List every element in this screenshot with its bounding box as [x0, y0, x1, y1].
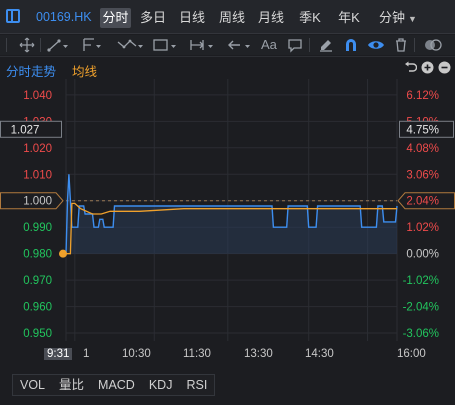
x-tick-label: 13:30 [244, 348, 273, 360]
y-tick-right: -1.02% [403, 275, 439, 287]
tab-intraday[interactable]: 分时 [100, 8, 131, 28]
panel-toggle-icon[interactable] [6, 9, 20, 23]
y-tick-left: 1.040 [23, 90, 52, 102]
rectangle-icon[interactable] [152, 37, 180, 53]
chart-header: 分时走势 均线 [0, 56, 455, 79]
indicator-tab-rsi[interactable]: RSI [179, 375, 214, 395]
y-tick-left: 0.970 [23, 275, 52, 287]
indicator-tab-macd[interactable]: MACD [91, 375, 142, 395]
period-tab-bar: 00169.HK 分时 多日 日线 周线 月线 季K 年K 分钟 ▼ [0, 0, 455, 34]
wave-icon[interactable] [116, 37, 146, 53]
cursor-price-left: 1.027 [11, 124, 40, 136]
y-tick-right: 3.06% [406, 169, 439, 181]
toolbar-divider [6, 38, 7, 52]
y-tick-left: 0.990 [23, 222, 52, 234]
toolbar-divider [414, 38, 415, 52]
zoom-in-icon[interactable] [421, 61, 434, 74]
eye-icon[interactable] [367, 37, 385, 53]
y-tick-left: 1.000 [23, 196, 52, 208]
toolbar-divider [309, 38, 310, 52]
text-icon[interactable]: Aa [261, 37, 277, 53]
trash-icon[interactable] [393, 37, 409, 53]
y-tick-left: 0.950 [23, 328, 52, 340]
start-dot [59, 249, 67, 258]
y-tick-left: 0.960 [23, 302, 52, 314]
time-axis: 9:31 1 10:30 11:30 13:30 14:30 16:00 [0, 347, 455, 363]
tab-weekly[interactable]: 周线 [218, 8, 246, 28]
indicator-tab-kdj[interactable]: KDJ [142, 375, 180, 395]
magnet-icon[interactable] [343, 37, 359, 53]
tab-yearly[interactable]: 年K [336, 8, 362, 28]
intraday-chart[interactable]: 1.0406.12%1.0305.10%1.0204.08%1.0103.06%… [0, 79, 455, 347]
y-tick-right: 4.08% [406, 143, 439, 155]
y-tick-left: 1.010 [23, 169, 52, 181]
price-area [66, 174, 397, 254]
chevron-down-icon: ▼ [408, 14, 417, 24]
toolbar-divider [40, 38, 41, 52]
indicator-tab-volume-ratio[interactable]: 量比 [52, 375, 91, 395]
line-segment-icon[interactable] [47, 37, 69, 53]
eraser-icon[interactable] [318, 37, 334, 53]
zoom-out-icon[interactable] [438, 61, 451, 74]
x-tick-label: 11:30 [183, 348, 211, 360]
tab-minute[interactable]: 分钟 ▼ [375, 8, 421, 28]
tab-quarterly[interactable]: 季K [297, 8, 323, 28]
chart-canvas[interactable]: 1.0406.12%1.0305.10%1.0204.08%1.0103.06%… [0, 79, 455, 347]
y-tick-right: 2.04% [406, 196, 439, 208]
x-tick-label: 14:30 [305, 348, 334, 360]
drawing-toolbar: Aa [0, 35, 455, 55]
arrow-left-icon[interactable] [226, 37, 254, 53]
x-tick-label: 16:00 [397, 348, 426, 360]
chart-mode-label: 分时走势 [6, 65, 57, 79]
y-tick-left: 0.980 [23, 249, 52, 261]
toggle-icon[interactable] [423, 37, 443, 53]
y-tick-right: -2.04% [403, 302, 439, 314]
x-tick-label: 9:31 [44, 348, 73, 360]
comment-icon[interactable] [287, 37, 303, 53]
crosshair-icon[interactable] [19, 37, 35, 53]
stock-symbol: 00169.HK [36, 10, 92, 24]
range-icon[interactable] [189, 37, 217, 53]
undo-icon[interactable] [404, 61, 417, 74]
tab-multi-day[interactable]: 多日 [139, 8, 167, 28]
avg-line-legend: 均线 [72, 65, 98, 79]
y-tick-right: -3.06% [403, 328, 439, 340]
tab-daily[interactable]: 日线 [178, 8, 206, 28]
y-tick-right: 1.02% [406, 222, 439, 234]
channel-icon[interactable] [82, 37, 104, 53]
indicator-tabs: VOL 量比 MACD KDJ RSI [12, 374, 216, 396]
cursor-price-right: 4.75% [406, 124, 439, 136]
y-tick-left: 1.020 [23, 143, 52, 155]
tab-monthly[interactable]: 月线 [257, 8, 285, 28]
y-tick-right: 6.12% [406, 90, 439, 102]
x-tick-label: 10:30 [122, 348, 151, 360]
x-tick-label: 1 [83, 348, 90, 360]
y-tick-right: 0.00% [406, 249, 439, 261]
indicator-tab-vol[interactable]: VOL [13, 375, 52, 395]
